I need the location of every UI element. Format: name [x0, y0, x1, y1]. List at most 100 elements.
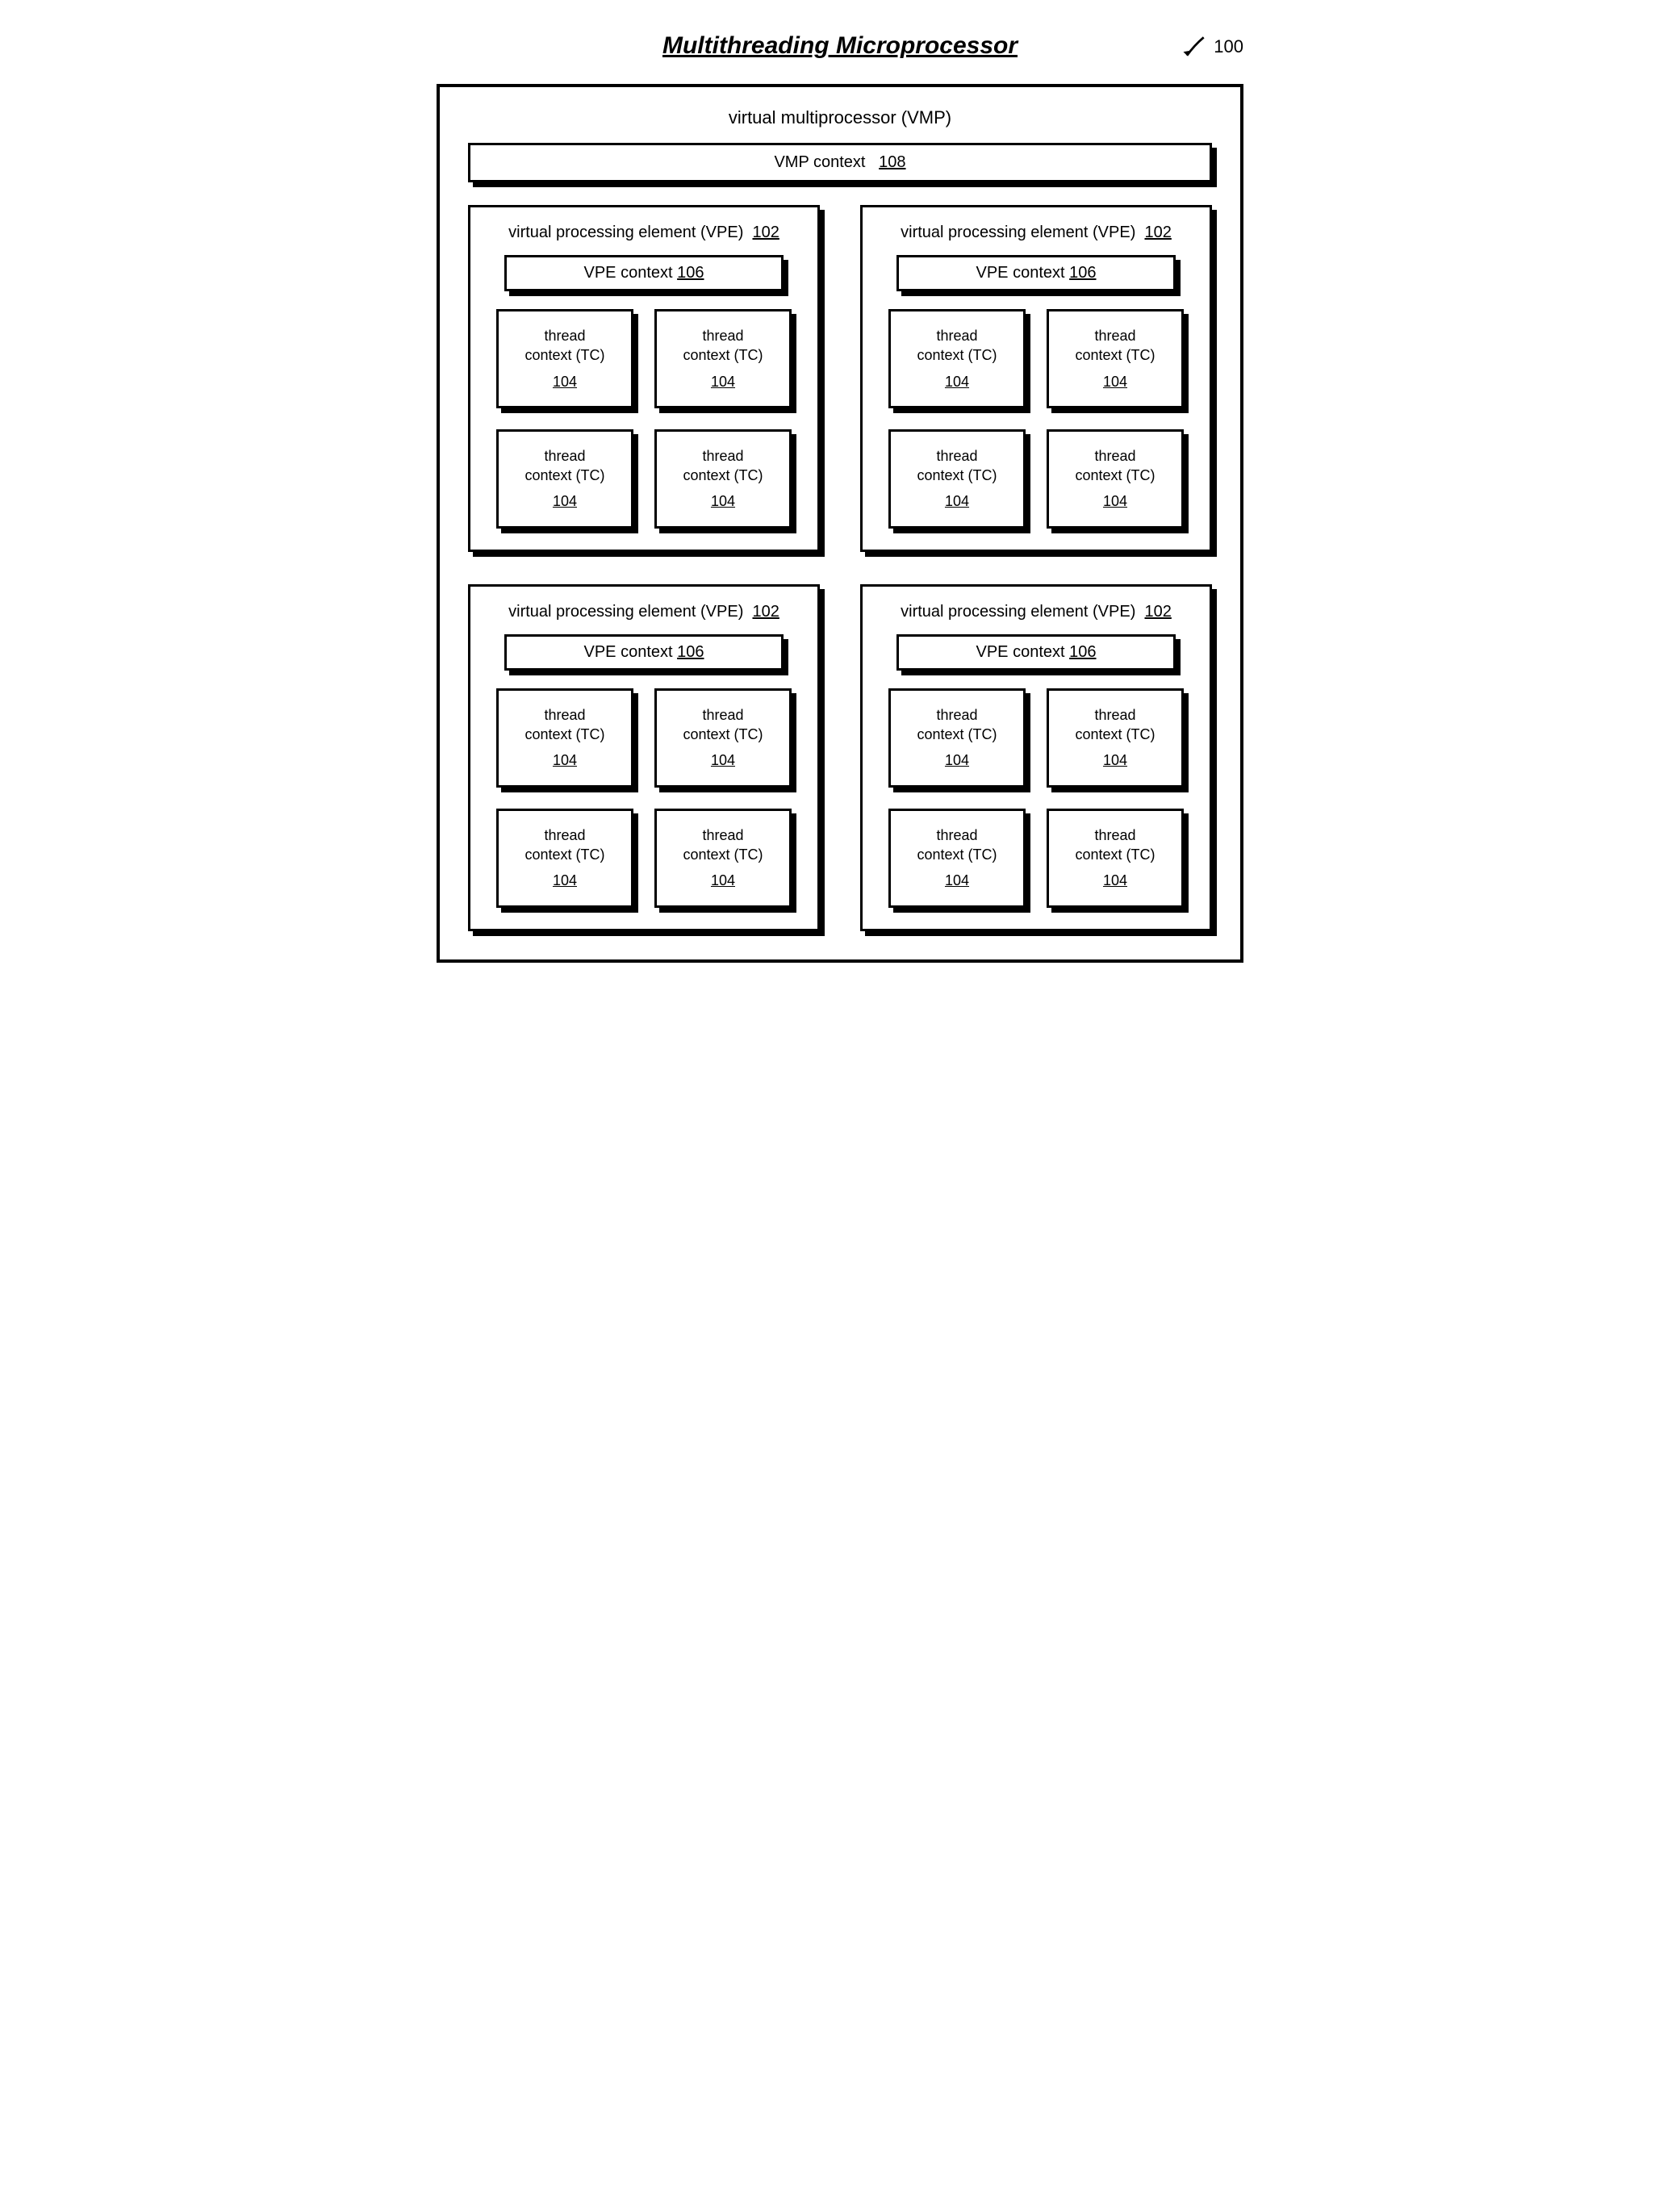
tc-line2: context (TC): [662, 845, 784, 864]
tc-line1: thread: [504, 826, 626, 845]
vpe-ref: 102: [1144, 603, 1171, 621]
vpe-label: virtual processing element (VPE) 102: [488, 603, 800, 621]
tc-box: threadcontext (TC) 104: [1047, 429, 1184, 529]
tc-box: threadcontext (TC) 104: [496, 809, 633, 908]
tc-line1: thread: [1054, 705, 1176, 725]
vpe-label: virtual processing element (VPE) 102: [488, 224, 800, 242]
tc-line2: context (TC): [1054, 345, 1176, 365]
tc-line2: context (TC): [504, 466, 626, 485]
tc-ref: 104: [945, 871, 969, 890]
tc-grid: threadcontext (TC)104threadcontext (TC)1…: [880, 688, 1192, 908]
tc-grid: threadcontext (TC)104threadcontext (TC)1…: [488, 309, 800, 529]
vpe-context-ref: 106: [1069, 643, 1096, 661]
tc-box: threadcontext (TC)104: [496, 309, 633, 408]
vmp-context-ref: 108: [879, 153, 905, 171]
tc-line1: thread: [896, 705, 1018, 725]
tc-line2: context (TC): [662, 725, 784, 744]
vpe-context-label: VPE context: [584, 264, 673, 282]
vpe-label: virtual processing element (VPE) 102: [880, 224, 1192, 242]
tc-line1: thread: [504, 705, 626, 725]
vpe-context-label: VPE context: [584, 643, 673, 661]
tc-box: threadcontext (TC) 104: [1047, 688, 1184, 788]
tc-box: threadcontext (TC)104: [1047, 309, 1184, 408]
tc-ref: 104: [553, 491, 577, 511]
vpe-label-text: virtual processing element (VPE): [901, 224, 1135, 241]
tc-line1: thread: [1054, 826, 1176, 845]
vpe-context-ref: 106: [1069, 264, 1096, 282]
tc-line2: context (TC): [504, 725, 626, 744]
tc-line2: context (TC): [896, 466, 1018, 485]
tc-line2: context (TC): [896, 845, 1018, 864]
tc-line2: context (TC): [662, 345, 784, 365]
tc-box: threadcontext (TC) 104: [496, 688, 633, 788]
tc-ref: 104: [711, 372, 735, 391]
tc-ref: 104: [1103, 372, 1127, 391]
vpe-context-label: VPE context: [976, 264, 1065, 282]
tc-box: threadcontext (TC) 104: [654, 429, 792, 529]
vpe-context-box: VPE context 106: [504, 634, 784, 671]
tc-ref: 104: [711, 871, 735, 890]
tc-box: threadcontext (TC) 104: [654, 809, 792, 908]
tc-line2: context (TC): [1054, 845, 1176, 864]
tc-line1: thread: [896, 826, 1018, 845]
vmp-context-label: VMP context: [774, 153, 865, 171]
tc-ref: 104: [945, 491, 969, 511]
tc-line2: context (TC): [1054, 466, 1176, 485]
tc-ref: 104: [711, 750, 735, 770]
vpe-box: virtual processing element (VPE) 102 VPE …: [860, 205, 1212, 552]
tc-grid: threadcontext (TC)104threadcontext (TC)1…: [880, 309, 1192, 529]
vpe-label-text: virtual processing element (VPE): [901, 603, 1135, 621]
tc-line2: context (TC): [896, 345, 1018, 365]
vpe-ref: 102: [752, 224, 779, 241]
vpe-context-box: VPE context 106: [896, 634, 1176, 671]
tc-line1: thread: [662, 705, 784, 725]
tc-ref: 104: [1103, 871, 1127, 890]
tc-box: threadcontext (TC) 104: [1047, 809, 1184, 908]
tc-box: threadcontext (TC) 104: [888, 688, 1026, 788]
tc-line2: context (TC): [504, 845, 626, 864]
tc-line1: thread: [504, 326, 626, 345]
vpe-box: virtual processing element (VPE) 102 VPE …: [468, 584, 820, 931]
arrow-icon: [1180, 32, 1209, 61]
tc-ref: 104: [553, 750, 577, 770]
diagram-title: Multithreading Microprocessor: [662, 32, 1018, 60]
tc-line1: thread: [896, 326, 1018, 345]
tc-line2: context (TC): [662, 466, 784, 485]
vpe-context-ref: 106: [677, 264, 704, 282]
tc-box: threadcontext (TC) 104: [496, 429, 633, 529]
tc-line2: context (TC): [1054, 725, 1176, 744]
vpe-label: virtual processing element (VPE) 102: [880, 603, 1192, 621]
tc-ref: 104: [1103, 750, 1127, 770]
tc-box: threadcontext (TC) 104: [888, 809, 1026, 908]
tc-line2: context (TC): [504, 345, 626, 365]
tc-ref: 104: [1103, 491, 1127, 511]
vmp-box: virtual multiprocessor (VMP) VMP context…: [437, 84, 1243, 963]
ref-100-text: 100: [1214, 36, 1243, 57]
tc-ref: 104: [553, 871, 577, 890]
reference-100: 100: [1180, 32, 1243, 61]
tc-line2: context (TC): [896, 725, 1018, 744]
vmp-label: virtual multiprocessor (VMP): [468, 107, 1212, 128]
vpe-box: virtual processing element (VPE) 102 VPE …: [860, 584, 1212, 931]
tc-ref: 104: [711, 491, 735, 511]
vpe-ref: 102: [752, 603, 779, 621]
tc-line1: thread: [662, 826, 784, 845]
vpe-context-box: VPE context 106: [896, 255, 1176, 291]
vpe-box: virtual processing element (VPE) 102 VPE …: [468, 205, 820, 552]
vpe-context-box: VPE context 106: [504, 255, 784, 291]
title-row: Multithreading Microprocessor 100: [437, 32, 1243, 60]
diagram-page: Multithreading Microprocessor 100 virtua…: [437, 32, 1243, 963]
tc-box: threadcontext (TC) 104: [888, 309, 1026, 408]
tc-line1: thread: [896, 446, 1018, 466]
vpe-ref: 102: [1144, 224, 1171, 241]
tc-ref: 104: [945, 372, 969, 391]
tc-line1: thread: [662, 446, 784, 466]
tc-line1: thread: [1054, 446, 1176, 466]
tc-ref: 104: [945, 750, 969, 770]
tc-box: threadcontext (TC) 104: [888, 429, 1026, 529]
vpe-context-label: VPE context: [976, 643, 1065, 661]
vpe-grid: virtual processing element (VPE) 102 VPE …: [468, 205, 1212, 931]
vpe-label-text: virtual processing element (VPE): [508, 603, 743, 621]
tc-box: threadcontext (TC)104: [654, 309, 792, 408]
tc-line1: thread: [504, 446, 626, 466]
